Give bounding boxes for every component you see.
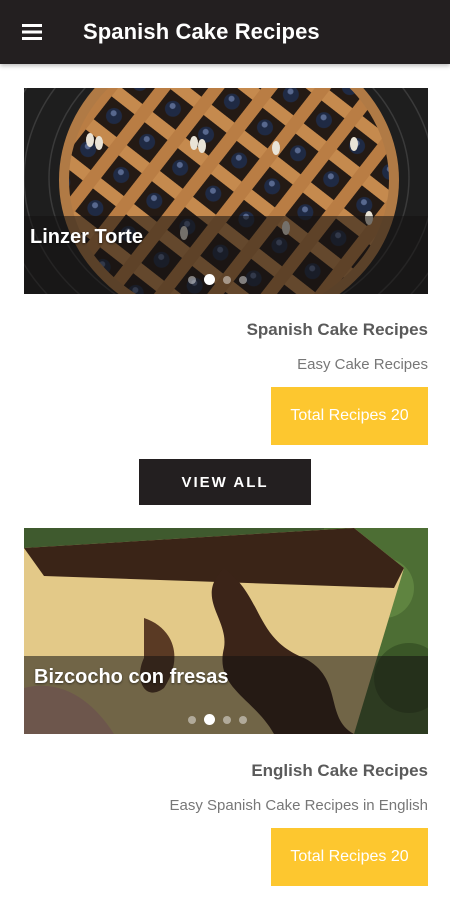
section-title: Spanish Cake Recipes (246, 320, 428, 339)
section-subtitle: Easy Spanish Cake Recipes in English (169, 797, 428, 814)
hamburger-menu-icon[interactable] (0, 0, 64, 64)
slide-caption-text: Linzer Torte (30, 226, 143, 248)
app-bar: Spanish Cake Recipes (0, 0, 450, 64)
recipe-image-slider-spanish[interactable]: Linzer Torte (24, 88, 428, 294)
slide-caption-text: Bizcocho con fresas (34, 666, 229, 688)
pagination-dot-active[interactable] (204, 274, 215, 285)
pagination-dot[interactable] (239, 275, 247, 284)
app-title: Spanish Cake Recipes (83, 19, 320, 44)
section-subtitle: Easy Cake Recipes (297, 356, 428, 373)
slider-pagination (188, 714, 247, 725)
pagination-dot[interactable] (223, 715, 231, 724)
section-title: English Cake Recipes (251, 761, 428, 780)
pagination-dot-active[interactable] (204, 714, 215, 725)
view-all-button[interactable]: VIEW ALL (139, 459, 311, 505)
total-recipes-button[interactable]: Total Recipes 20 (271, 387, 428, 445)
pagination-dot[interactable] (223, 275, 231, 284)
pagination-dot[interactable] (188, 275, 196, 284)
total-recipes-button[interactable]: Total Recipes 20 (271, 828, 428, 886)
slider-pagination (188, 274, 247, 285)
pagination-dot[interactable] (188, 715, 196, 724)
recipe-image-slider-english[interactable]: Bizcocho con fresas (24, 528, 428, 734)
pagination-dot[interactable] (239, 715, 247, 724)
